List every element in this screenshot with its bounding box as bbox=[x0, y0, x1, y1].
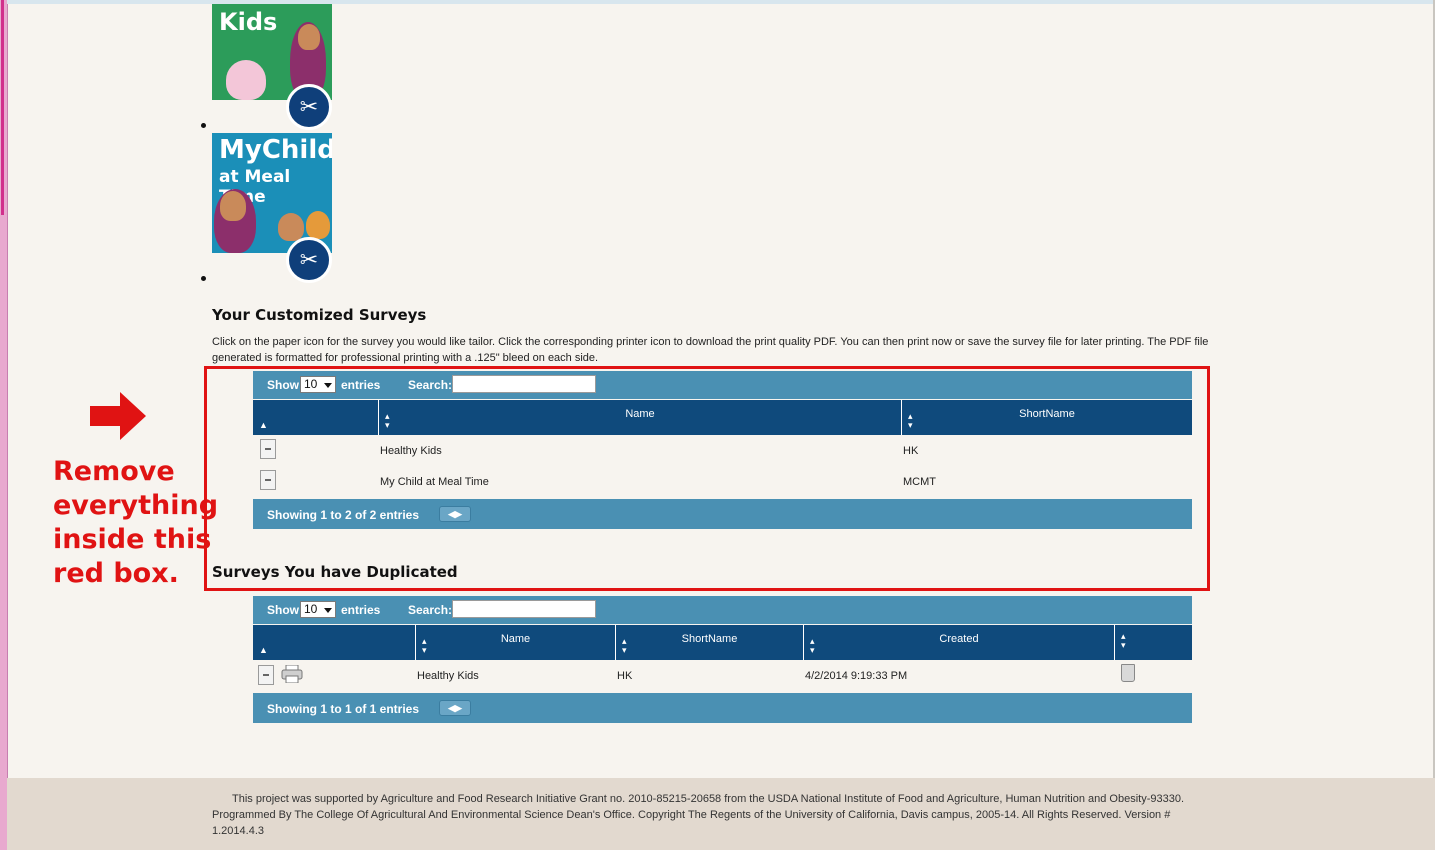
show-label: Show bbox=[267, 603, 299, 617]
face-illustration bbox=[298, 24, 320, 50]
sort-icon: ▴ ▾ bbox=[622, 636, 627, 655]
entries-value: 10 bbox=[304, 602, 318, 616]
column-label: Created bbox=[939, 633, 979, 645]
row-created: 4/2/2014 9:19:33 PM bbox=[805, 670, 908, 682]
site-footer: This project was supported by Agricultur… bbox=[7, 778, 1435, 850]
search-label: Search: bbox=[408, 603, 453, 617]
list-bullet bbox=[201, 276, 206, 281]
sort-up-icon: ▲ bbox=[259, 645, 268, 655]
column-header-name[interactable]: Name ▴ ▾ bbox=[416, 625, 616, 660]
child-illustration bbox=[306, 211, 330, 239]
column-label: ShortName bbox=[681, 633, 738, 645]
annotation-red-box bbox=[204, 366, 1210, 591]
column-header-icon[interactable]: ▲ bbox=[253, 625, 416, 660]
table-info-bar: Showing 1 to 1 of 1 entries ◀▶ bbox=[253, 693, 1192, 723]
entries-label: entries bbox=[341, 603, 381, 617]
instructions-text: Click on the paper icon for the survey y… bbox=[212, 336, 1209, 364]
window-left-edge bbox=[0, 0, 8, 850]
table-row: Healthy Kids HK 4/2/2014 9:19:33 PM bbox=[253, 660, 1192, 690]
table-info: Showing 1 to 1 of 1 entries bbox=[267, 702, 420, 716]
card-title: Kids bbox=[219, 8, 278, 36]
annotation-line: red box. bbox=[53, 558, 179, 589]
annotation-line: Remove bbox=[53, 456, 175, 487]
section-heading: Your Customized Surveys bbox=[212, 306, 427, 324]
sort-icon: ▴ ▾ bbox=[810, 636, 815, 655]
list-bullet bbox=[201, 123, 206, 128]
row-shortname: HK bbox=[617, 670, 633, 682]
mychild-card[interactable]: MyChild at Meal Time bbox=[212, 133, 332, 253]
survey-form-icon[interactable] bbox=[258, 665, 274, 685]
tools-icon[interactable]: ✂ bbox=[286, 84, 332, 130]
annotation-text: Remove everything inside this red box. bbox=[53, 455, 218, 591]
tools-icon[interactable]: ✂ bbox=[286, 237, 332, 283]
sort-icon: ▴ ▾ bbox=[1121, 631, 1126, 650]
column-header-shortname[interactable]: ShortName ▴ ▾ bbox=[616, 625, 804, 660]
child-illustration bbox=[226, 60, 266, 100]
pagination-arrows-icon[interactable]: ◀▶ bbox=[439, 700, 471, 716]
entries-select[interactable]: 10 bbox=[300, 601, 336, 618]
search-input[interactable] bbox=[452, 600, 596, 618]
scroll-marker bbox=[1, 0, 4, 215]
chevron-down-icon bbox=[324, 608, 332, 613]
column-header-actions[interactable]: ▴ ▾ bbox=[1115, 625, 1192, 660]
trash-icon[interactable] bbox=[1121, 664, 1135, 682]
printer-icon[interactable] bbox=[281, 665, 303, 683]
annotation-line: everything bbox=[53, 490, 219, 521]
column-header-created[interactable]: Created ▴ ▾ bbox=[804, 625, 1115, 660]
annotation-line: inside this bbox=[53, 524, 212, 555]
row-name: Healthy Kids bbox=[417, 670, 479, 682]
face-illustration bbox=[220, 191, 246, 221]
sort-icon: ▴ ▾ bbox=[422, 636, 427, 655]
child-illustration bbox=[278, 213, 304, 241]
table-toolbar: Show 10 entries Search: bbox=[253, 596, 1192, 624]
column-label: Name bbox=[500, 633, 531, 645]
card-title: MyChild bbox=[219, 135, 332, 165]
table-header: ▲ Name ▴ ▾ ShortName ▴ ▾ Created ▴ ▾ ▴ ▾ bbox=[253, 625, 1192, 660]
arrow-right-icon bbox=[90, 392, 146, 440]
footer-text: This project was supported by Agricultur… bbox=[212, 793, 1185, 837]
